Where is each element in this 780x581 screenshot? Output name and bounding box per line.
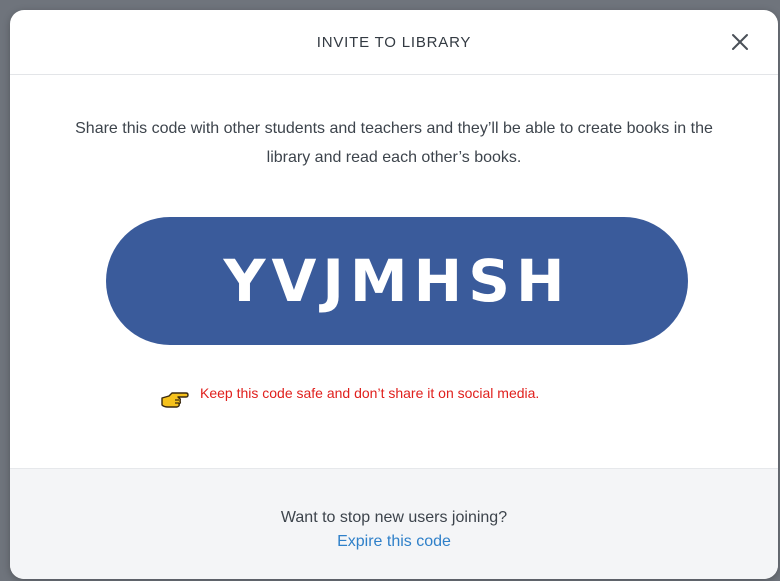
modal-header: INVITE TO LIBRARY — [10, 10, 778, 75]
pointing-hand-icon — [161, 392, 189, 408]
close-icon — [732, 34, 748, 50]
invite-modal: INVITE TO LIBRARY Share this code with o… — [10, 10, 778, 579]
invite-code-pill: YVJMHSH — [106, 217, 688, 345]
expire-code-link[interactable]: Expire this code — [337, 533, 451, 551]
modal-footer: Want to stop new users joining? Expire t… — [10, 468, 778, 579]
invite-code: YVJMHSH — [223, 247, 571, 315]
expire-question: Want to stop new users joining? — [280, 509, 508, 526]
close-button[interactable] — [726, 28, 754, 56]
warning-message: Keep this code safe and don’t share it o… — [160, 376, 539, 410]
modal-title: INVITE TO LIBRARY — [316, 33, 472, 51]
warning-text: Keep this code safe and don’t share it o… — [200, 385, 540, 401]
invite-description: Share this code with other students and … — [75, 120, 713, 166]
